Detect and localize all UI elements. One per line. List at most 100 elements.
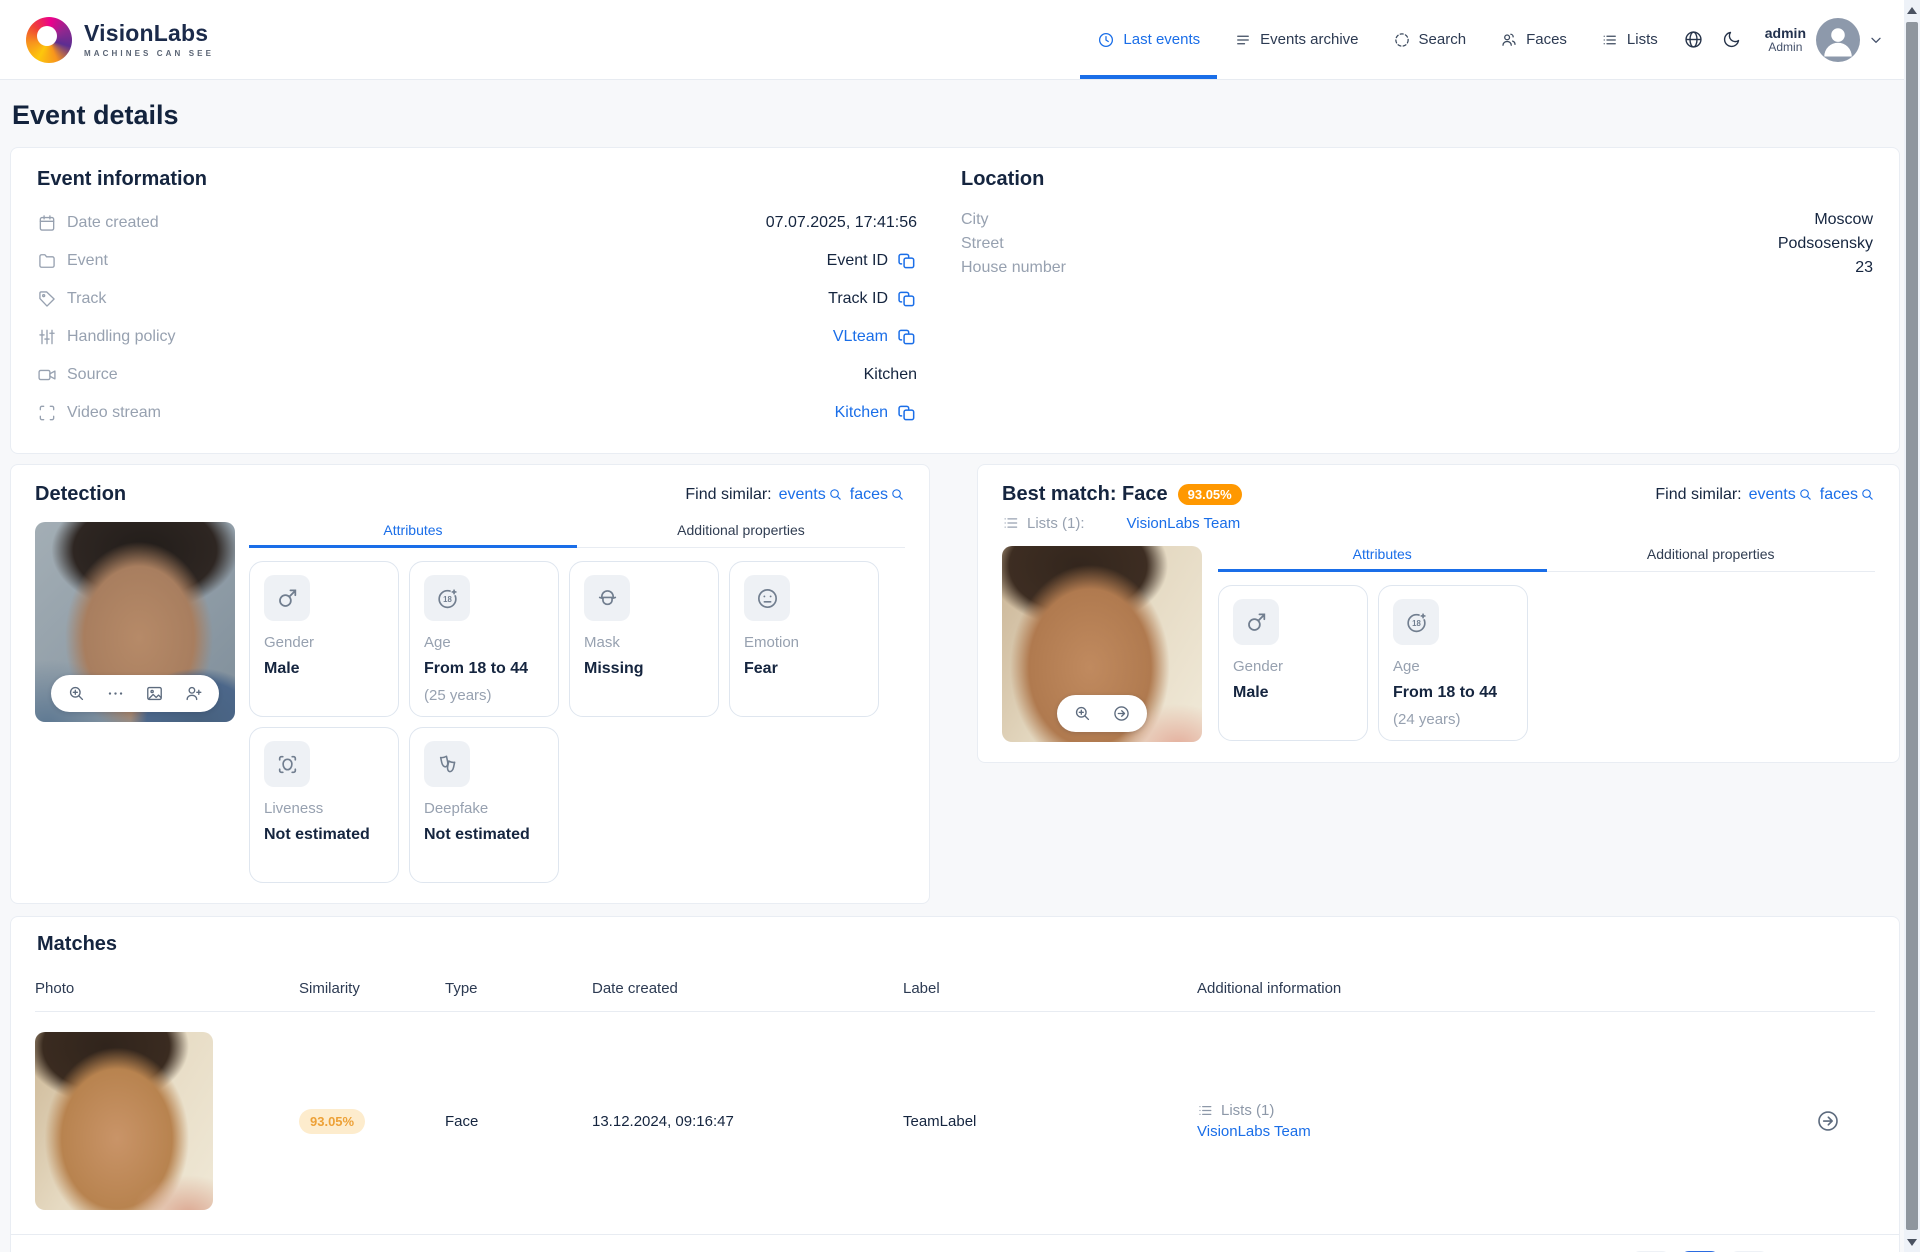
nav-tab-label: Search — [1418, 31, 1467, 48]
user-menu-chevron[interactable] — [1868, 32, 1884, 48]
go-to-face-icon[interactable] — [1112, 704, 1131, 723]
clock-icon — [1097, 31, 1115, 49]
info-row-event: Event Event ID — [37, 249, 917, 273]
search-scan-icon — [1393, 31, 1411, 49]
match-table-row[interactable]: 93.05% Face 13.12.2024, 09:16:47 TeamLab… — [35, 1012, 1875, 1230]
tab-attributes[interactable]: Attributes — [249, 522, 577, 548]
video-stream-link[interactable]: Kitchen — [835, 404, 888, 422]
find-similar-faces-link[interactable]: faces — [1820, 486, 1875, 504]
attribute-label: Gender — [264, 634, 315, 651]
dark-mode-button[interactable] — [1713, 21, 1751, 59]
event-info-title: Event information — [37, 168, 208, 190]
more-options-icon[interactable] — [106, 684, 125, 703]
full-image-icon[interactable] — [145, 684, 164, 703]
nav-tab-label: Faces — [1526, 31, 1567, 48]
copy-icon[interactable] — [897, 403, 917, 423]
find-similar-events-text: events — [778, 485, 826, 503]
scrollbar-down-arrow[interactable] — [1904, 1234, 1920, 1250]
vertical-scrollbar[interactable] — [1904, 0, 1920, 1252]
attribute-value: Not estimated — [264, 826, 370, 843]
tab-additional-properties[interactable]: Additional properties — [577, 522, 905, 547]
attribute-card-deepfake: Deepfake Not estimated — [409, 727, 559, 883]
info-row-source: Source Kitchen — [37, 363, 917, 387]
attribute-label: Age — [424, 634, 451, 651]
nav-tab-search[interactable]: Search — [1376, 0, 1484, 79]
info-label: Date created — [67, 214, 159, 231]
info-row-video-stream: Video stream Kitchen — [37, 401, 917, 425]
calendar-icon — [37, 213, 57, 233]
avatar[interactable] — [1816, 17, 1860, 62]
info-label: Event — [67, 252, 108, 269]
similarity-badge: 93.05% — [1177, 484, 1242, 505]
page-title: Event details — [12, 100, 179, 130]
info-row-date-created: Date created 07.07.2025, 17:41:56 — [37, 211, 917, 235]
lists-icon — [1002, 514, 1027, 532]
match-additional-info: Lists (1) VisionLabs Team — [1197, 1102, 1781, 1140]
location-value: 23 — [1855, 259, 1873, 276]
find-similar-faces-text: faces — [849, 485, 888, 503]
matches-card: Matches Photo Similarity Type Date creat… — [10, 916, 1900, 1252]
nav-tab-faces[interactable]: Faces — [1483, 0, 1584, 79]
lists-team-link[interactable]: VisionLabs Team — [1127, 515, 1241, 532]
scrollbar-up-arrow[interactable] — [1904, 2, 1920, 18]
best-match-photo[interactable] — [1002, 546, 1202, 742]
detection-card: Detection Find similar: events faces Att… — [10, 464, 930, 904]
detection-photo[interactable] — [35, 522, 235, 722]
location-label: Street — [961, 235, 1004, 252]
nav-tab-last-events[interactable]: Last events — [1080, 0, 1217, 79]
attribute-label: Emotion — [744, 634, 800, 651]
liveness-scan-icon — [264, 741, 310, 787]
search-icon — [890, 487, 905, 502]
find-similar-events-link[interactable]: events — [779, 486, 843, 504]
tab-attributes[interactable]: Attributes — [1218, 546, 1547, 572]
attribute-label: Gender — [1233, 658, 1284, 675]
attribute-label: Mask — [584, 634, 620, 651]
copy-icon[interactable] — [897, 289, 917, 309]
column-header-type: Type — [445, 980, 478, 997]
handling-policy-link[interactable]: VLteam — [833, 328, 888, 346]
column-header-label: Label — [903, 980, 940, 997]
zoom-in-icon[interactable] — [67, 684, 86, 703]
visionlabs-logo-icon — [26, 16, 72, 63]
similarity-pill: 93.05% — [299, 1108, 366, 1134]
search-icon — [1860, 487, 1875, 502]
match-lists-team-link[interactable]: VisionLabs Team — [1197, 1123, 1781, 1140]
language-globe-button[interactable] — [1675, 21, 1713, 59]
best-match-tabs: Attributes Additional properties — [1218, 546, 1875, 572]
open-match-button[interactable] — [1781, 1108, 1875, 1134]
tab-additional-properties[interactable]: Additional properties — [1547, 546, 1876, 571]
attribute-subvalue: (25 years) — [424, 687, 492, 704]
detection-photo-toolbar — [51, 675, 219, 712]
nav-tab-events-archive[interactable]: Events archive — [1217, 0, 1375, 79]
info-value: Event ID — [826, 252, 888, 269]
nav-tab-lists[interactable]: Lists — [1584, 0, 1675, 79]
info-label: Track — [67, 290, 107, 307]
copy-icon[interactable] — [897, 327, 917, 347]
gender-male-icon — [264, 575, 310, 621]
info-label: Handling policy — [67, 328, 176, 345]
matches-title: Matches — [37, 933, 118, 955]
zoom-in-icon[interactable] — [1073, 704, 1092, 723]
find-similar-events-link[interactable]: events — [1749, 486, 1813, 504]
attribute-card-gender: Gender Male — [249, 561, 399, 717]
match-date-created: 13.12.2024, 09:16:47 — [592, 1112, 734, 1130]
find-similar-label: Find similar: — [1655, 485, 1742, 503]
best-match-lists-row: Lists (1): VisionLabs Team — [1002, 514, 1875, 532]
location-row-street: Street Podsosensky — [961, 235, 1873, 253]
search-icon — [1798, 487, 1813, 502]
video-camera-icon — [37, 365, 57, 385]
brand-logo[interactable]: VisionLabs MACHINES CAN SEE — [26, 16, 215, 63]
scrollbar-thumb[interactable] — [1906, 22, 1918, 1230]
brand-tagline: MACHINES CAN SEE — [84, 48, 215, 58]
lists-icon — [1197, 1102, 1214, 1119]
add-person-icon[interactable] — [184, 684, 203, 703]
location-value: Podsosensky — [1777, 235, 1873, 252]
nav-tab-label: Last events — [1123, 31, 1201, 48]
find-similar-faces-link[interactable]: faces — [850, 486, 905, 504]
archive-list-icon — [1234, 31, 1252, 49]
app-window: VisionLabs MACHINES CAN SEE Last events … — [0, 0, 1920, 1252]
copy-icon[interactable] — [897, 251, 917, 271]
match-photo[interactable] — [35, 1032, 213, 1210]
globe-icon — [1683, 29, 1704, 50]
main-nav: Last events Events archive Search Faces — [1080, 0, 1884, 79]
